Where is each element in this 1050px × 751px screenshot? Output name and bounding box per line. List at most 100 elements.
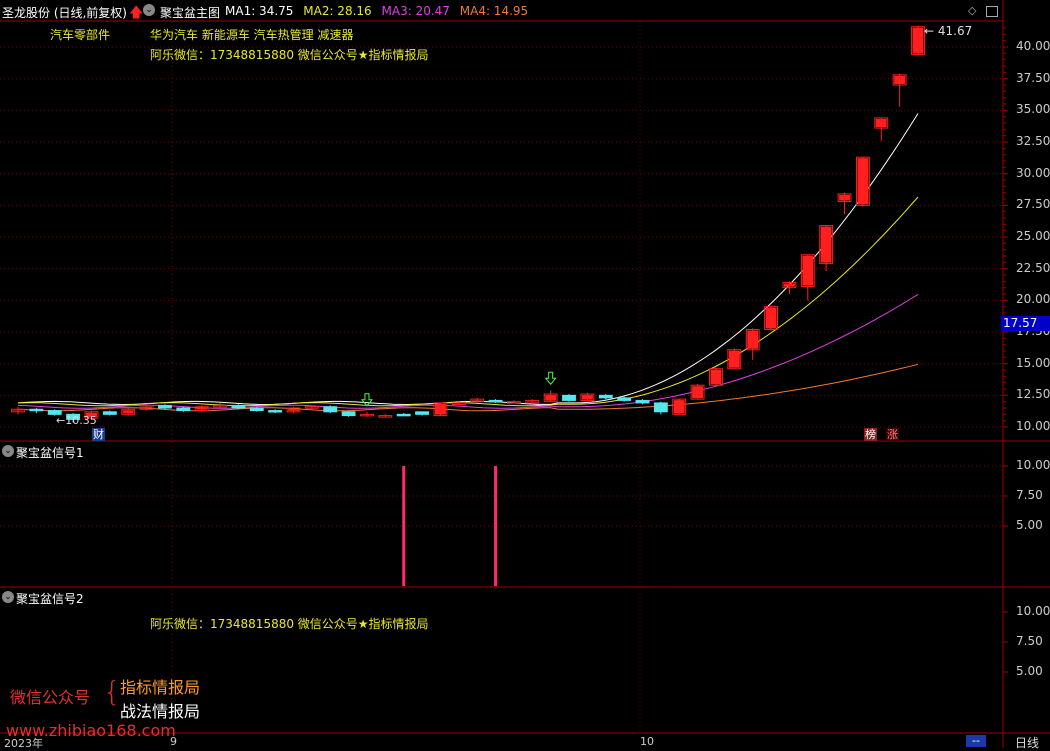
candle-body [617,397,632,401]
up-arrow-icon: 🡅 [129,5,144,21]
y-tick-label: 40.00 [1016,39,1050,53]
candle-body-fill [141,406,152,409]
ma-line-3 [17,293,919,409]
signal2-title[interactable]: 聚宝盆信号2 [16,590,84,607]
y-tick-label: 27.50 [1016,197,1050,212]
ma-line-1 [17,113,919,406]
candle-body-fill [526,401,538,402]
candle-body-fill [784,283,795,287]
candle-body [396,413,411,417]
candle-body-fill [12,410,24,411]
limit-up-marker[interactable]: 涨 [886,428,899,441]
main-chart-name[interactable]: 聚宝盆主图 [160,4,220,21]
maximize-icon[interactable] [986,6,998,17]
ma4-value: MA4: 14.95 [459,4,529,18]
candle-body [635,399,650,404]
candle-body [598,394,613,399]
candle-body-fill [471,400,483,401]
low-price-value: 10.35 [65,414,97,427]
candle-body [341,411,356,417]
candle-body [29,408,44,412]
signal1-bar [494,466,498,586]
ma3-value: MA3: 20.47 [381,4,450,18]
scroll-indicator[interactable]: -- [966,735,986,747]
xaxis-label-10: 10 [640,735,654,748]
stock-title[interactable]: 圣龙股份 (日线,前复权) [2,4,127,21]
buy-arrow-icon [544,371,557,386]
contact-text: 阿乐微信：17348815880 微信公众号★指标情报局 [150,48,429,62]
chevron-down-icon[interactable]: ⌄ [2,591,14,603]
high-price-value: 41.67 [937,24,973,38]
y-tick-label: 20.00 [1016,292,1050,307]
candle-body [323,406,338,413]
chevron-down-icon[interactable]: ⌄ [143,4,155,16]
candle-body-fill [710,369,722,385]
y-tick-label: 25.00 [1016,229,1050,243]
candle-body-fill [581,395,593,400]
low-price-label: ←10.35 [56,414,97,427]
brace-icon: { [103,675,121,708]
y-tick-label: 12.50 [1016,387,1050,402]
signal1-tick-label: 5.00 [1016,518,1043,532]
candle-body [562,394,576,401]
current-price-badge: 17.57 [1001,316,1050,331]
ranking-marker[interactable]: 榜 [864,428,877,441]
candle-body-fill [122,410,134,414]
y-tick-label: 32.50 [1016,134,1050,148]
chart-canvas [0,0,1050,748]
candle-body [102,411,117,415]
high-price-label: ← 41.67 [924,24,972,38]
ma2-value: MA2: 28.16 [303,4,372,18]
signal2-contact-text: 阿乐微信：17348815880 微信公众号★指标情报局 [150,617,429,631]
diamond-icon[interactable]: ◇ [968,4,976,17]
ma-line-2 [17,196,919,407]
signal1-title[interactable]: 聚宝盆信号1 [16,444,84,461]
signal2-tick-label: 10.00 [1016,604,1050,618]
candle-body-fill [545,395,557,401]
candle-body-fill [802,255,814,286]
ma-legend: MA1: 34.75 MA2: 28.16 MA3: 20.47 MA4: 14… [225,4,528,18]
candle-body [176,407,191,412]
pointer-icon: ← [56,414,66,427]
watermark-right-2: 战法情报局 [120,702,201,721]
candle-body [249,407,264,412]
candle-body-fill [820,226,832,263]
industry-tag: 汽车零部件 [50,28,111,42]
signal2-tick-label: 7.50 [1016,634,1043,648]
buy-arrow-icon [360,393,374,407]
signal1-tick-label: 7.50 [1016,488,1043,502]
y-tick-label: 37.50 [1016,70,1050,85]
xaxis-label-year: 2023年 [4,737,43,750]
candle-body [158,404,172,409]
ma1-value: MA1: 34.75 [225,4,294,18]
y-tick-label: 22.50 [1016,260,1050,275]
candle-body [653,402,668,413]
watermark-right-1: 指标情报局 [120,678,201,697]
candle-body-fill [288,409,299,411]
watermark-left: 微信公众号 [10,688,91,707]
candle-body-fill [673,400,685,414]
pointer-icon: ← [924,24,935,38]
candle-body [415,411,430,415]
candle-body-fill [875,118,887,128]
signal1-tick-label: 10.00 [1016,458,1050,472]
candle-body [488,399,503,403]
chevron-down-icon[interactable]: ⌄ [2,445,14,457]
candle-body [231,404,246,409]
y-tick-label: 10.00 [1016,419,1050,433]
finance-marker[interactable]: 财 [92,428,105,441]
candle-body-fill [196,407,208,410]
candle-body-fill [747,330,759,349]
candle-body-fill [857,158,869,205]
candle-body-fill [765,307,777,329]
candle-body-fill [692,386,704,399]
signal1-bar [402,466,406,586]
xaxis-label-9: 9 [170,735,177,748]
y-tick-label: 30.00 [1016,165,1050,180]
candle-body-fill [912,27,924,54]
candle-body-fill [728,350,740,368]
y-tick-label: 15.00 [1016,355,1050,370]
period-label[interactable]: 日线 [1015,734,1039,751]
candle-body-fill [839,194,850,201]
y-tick-label: 35.00 [1016,102,1050,117]
